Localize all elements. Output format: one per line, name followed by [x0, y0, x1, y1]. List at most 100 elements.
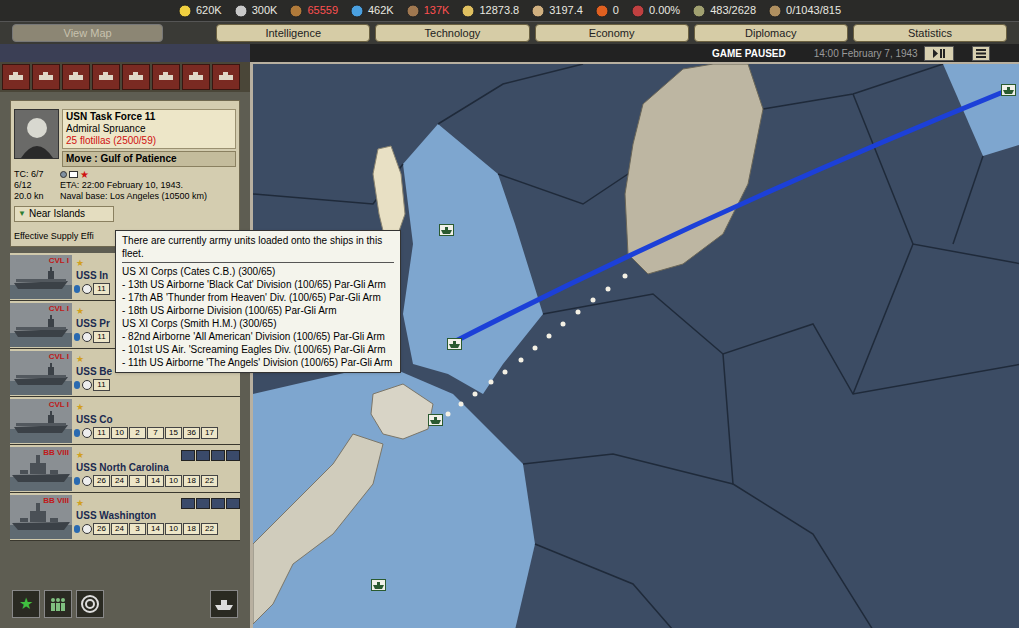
fuel-icon [74, 525, 80, 533]
mission-icon[interactable] [196, 450, 210, 461]
mission-icon[interactable] [226, 450, 240, 461]
ship-class: BB VIII [43, 496, 69, 505]
nav-tab[interactable]: Statistics [853, 24, 1007, 42]
resource-item[interactable]: 462K [350, 2, 394, 19]
nav-tab[interactable]: Technology [375, 24, 529, 42]
organisation: 6/12 [14, 180, 60, 191]
ship-stat: 14 [147, 523, 164, 535]
ship-stat: 11 [93, 331, 110, 343]
division-entry: - 18th US Airborne Division (100/65) Par… [122, 304, 394, 317]
leader-star-icon: ★ [80, 170, 89, 180]
fuel-icon [74, 285, 80, 293]
resource-bar: 620K 300K 65559 462K 137K 12873.8 3197.4 0 0.00%… [0, 0, 1019, 22]
ship-stat: 36 [183, 427, 200, 439]
fleet-name[interactable]: USN Task Force 11 [66, 111, 232, 123]
menu-button[interactable] [972, 46, 990, 61]
unit-type-icon [7, 70, 25, 84]
unit-filter-button[interactable] [2, 64, 30, 90]
resource-item[interactable]: 300K [234, 2, 278, 19]
ship-stat: 18 [183, 475, 200, 487]
unit-filter-button[interactable] [152, 64, 180, 90]
resource-item[interactable]: 620K [178, 2, 222, 19]
resource-icon [531, 4, 545, 18]
upgrade-icon[interactable] [82, 284, 92, 294]
medal-icon: ★ [76, 307, 84, 316]
stance-icon[interactable] [60, 171, 67, 178]
menu-icon [976, 49, 986, 58]
nav-tab[interactable]: Diplomacy [694, 24, 848, 42]
resource-value: 65559 [307, 2, 338, 19]
upgrade-icon[interactable] [82, 476, 92, 486]
resource-item[interactable]: 0 [595, 2, 619, 19]
cargo-icon[interactable] [69, 171, 78, 178]
tooltip-header: There are currently army units loaded on… [122, 234, 394, 263]
mission-icon[interactable] [211, 498, 225, 509]
ship-stat: 3 [129, 523, 146, 535]
ship-row[interactable]: BB VIII★USS Washington2624314101822 [10, 493, 240, 541]
play-pause-button[interactable] [924, 46, 954, 61]
unit-filter-button[interactable] [182, 64, 210, 90]
unit-counter[interactable] [428, 414, 443, 426]
upgrade-icon[interactable] [82, 380, 92, 390]
troops-button[interactable] [44, 590, 72, 618]
fleet-strength: 25 flotillas (2500/59) [66, 135, 232, 147]
unit-filter-button[interactable] [62, 64, 90, 90]
nav-tab[interactable]: Economy [535, 24, 689, 42]
resource-item[interactable]: 0/1043/815 [768, 2, 841, 19]
target-button[interactable] [76, 590, 104, 618]
resource-icon [406, 4, 420, 18]
ship-stat: 22 [201, 523, 218, 535]
upgrade-icon[interactable] [82, 332, 92, 342]
unit-type-icon [37, 70, 55, 84]
unit-counter[interactable] [371, 579, 386, 591]
disembark-button[interactable] [210, 590, 238, 618]
unit-counter-icon [441, 227, 452, 234]
cargo-tooltip: There are currently army units loaded on… [115, 230, 401, 373]
resource-item[interactable]: 483/2628 [692, 2, 756, 19]
upgrade-icon[interactable] [82, 524, 92, 534]
resource-value: 0/1043/815 [786, 2, 841, 19]
resource-item[interactable]: 137K [406, 2, 450, 19]
fleet-info-panel: USN Task Force 11Admiral Spruance25 flot… [10, 100, 240, 247]
corps-name: US XI Corps (Cates C.B.) (300/65) [122, 265, 394, 278]
ship-row[interactable]: CVL I★USS Co111027153617 [10, 397, 240, 445]
unit-filter-button[interactable] [32, 64, 60, 90]
favourite-button[interactable]: ★ [12, 590, 40, 618]
nav-tab[interactable]: Intelligence [216, 24, 370, 42]
unit-filter-button[interactable] [122, 64, 150, 90]
ship-stat: 10 [165, 475, 182, 487]
resource-value: 137K [424, 2, 450, 19]
commander-portrait[interactable] [14, 109, 59, 159]
unit-filter-button[interactable] [92, 64, 120, 90]
resource-item[interactable]: 0.00% [631, 2, 680, 19]
mission-icon[interactable] [196, 498, 210, 509]
resource-item[interactable]: 12873.8 [461, 2, 519, 19]
resource-icon [631, 4, 645, 18]
mission-icon[interactable] [226, 498, 240, 509]
bottom-toolbar: ★ [12, 590, 238, 618]
unit-filter-button[interactable] [212, 64, 240, 90]
mission-icon[interactable] [181, 498, 195, 509]
medal-icon: ★ [76, 259, 84, 268]
resource-item[interactable]: 3197.4 [531, 2, 583, 19]
mission-icon[interactable] [211, 450, 225, 461]
target-icon [80, 594, 100, 614]
tab-bar: View Map Intelligence Technology Economy Dip… [0, 22, 1019, 44]
unit-counter[interactable] [447, 338, 462, 350]
resource-value: 462K [368, 2, 394, 19]
medal-icon: ★ [76, 403, 84, 412]
upgrade-icon[interactable] [82, 428, 92, 438]
resource-item[interactable]: 65559 [289, 2, 338, 19]
ship-stat: 7 [147, 427, 164, 439]
ship-stat: 22 [201, 475, 218, 487]
medal-icon: ★ [76, 499, 84, 508]
unit-counter[interactable] [1001, 84, 1016, 96]
resource-value: 483/2628 [710, 2, 756, 19]
view-map-button[interactable]: View Map [12, 24, 163, 42]
unit-counter[interactable] [439, 224, 454, 236]
fuel-icon [74, 381, 80, 389]
ship-row[interactable]: BB VIII★USS North Carolina2624314101822 [10, 445, 240, 493]
mission-icon[interactable] [181, 450, 195, 461]
resource-icon [692, 4, 706, 18]
location-dropdown[interactable]: ▼Near Islands [14, 206, 114, 222]
